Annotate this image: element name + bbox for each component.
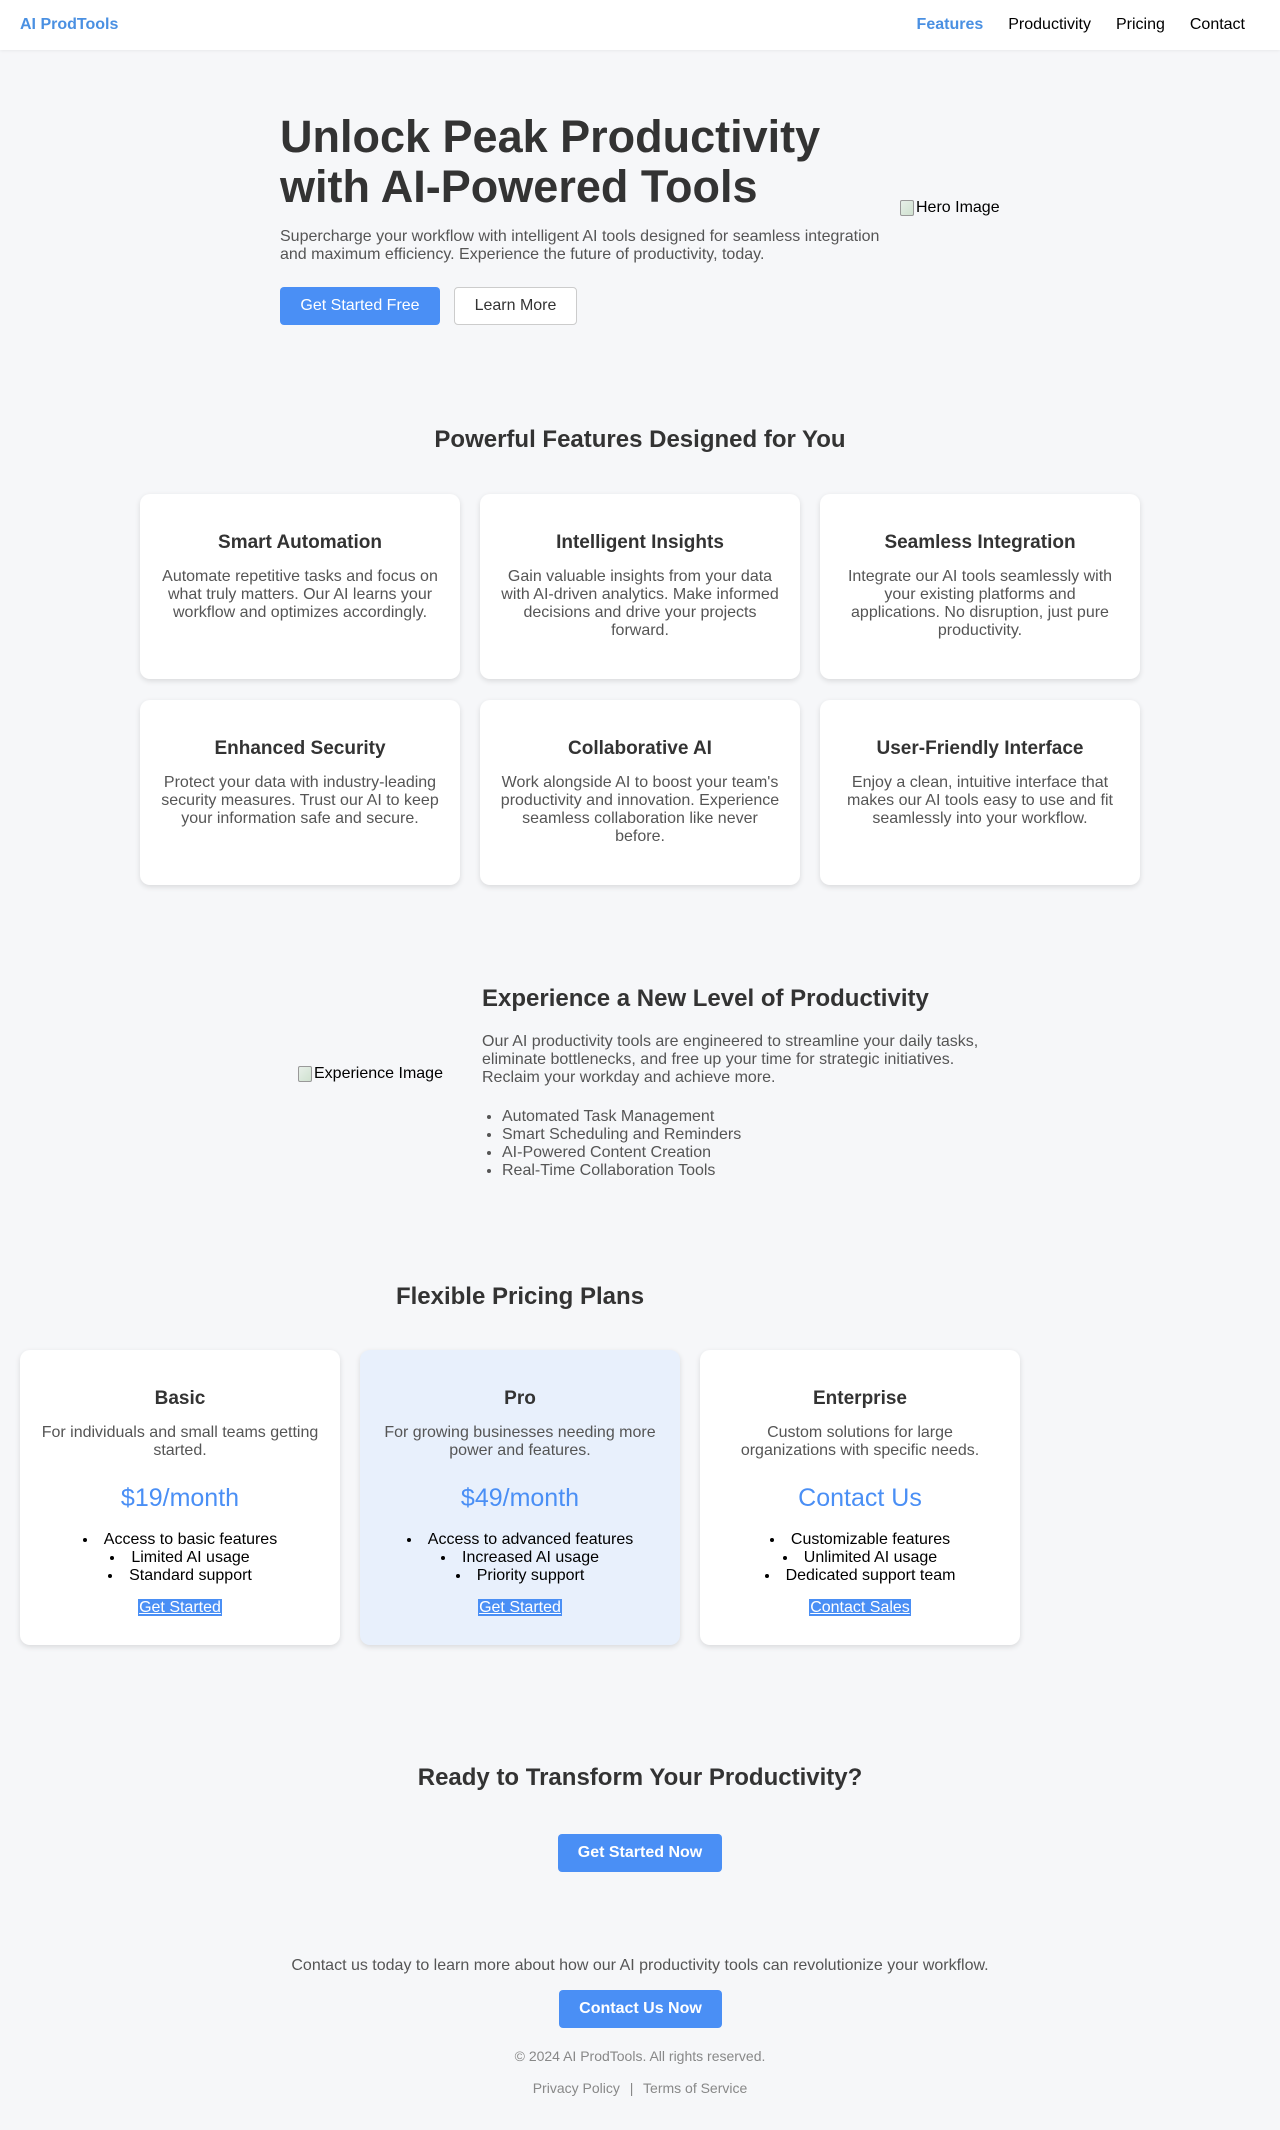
- footer-links: Privacy Policy | Terms of Service: [0, 2080, 1280, 2096]
- learn-more-button[interactable]: Learn More: [454, 287, 577, 325]
- features-title: Powerful Features Designed for You: [434, 426, 846, 453]
- plan-feature: Standard support: [40, 1567, 320, 1585]
- list-item: AI-Powered Content Creation: [502, 1144, 741, 1162]
- plan-feature: Increased AI usage: [380, 1549, 660, 1567]
- hero-subtitle: Supercharge your workflow with intellige…: [280, 228, 880, 263]
- plan-feature: Customizable features: [720, 1531, 1000, 1549]
- plan-features: Access to advanced features Increased AI…: [380, 1531, 660, 1585]
- plan-feature: Limited AI usage: [40, 1549, 320, 1567]
- plan-name: Pro: [504, 1388, 536, 1409]
- experience-image-alt: Experience Image: [314, 1065, 443, 1082]
- feature-title: User-Friendly Interface: [876, 738, 1084, 759]
- plan-features: Customizable features Unlimited AI usage…: [720, 1531, 1000, 1585]
- feature-title: Enhanced Security: [214, 738, 386, 759]
- feature-text: Work alongside AI to boost your team's p…: [500, 774, 780, 845]
- broken-image-icon: [900, 200, 914, 216]
- feature-card: Enhanced Security Protect your data with…: [140, 700, 460, 885]
- plan-price: $19/month: [120, 1484, 240, 1512]
- plan-description: Custom solutions for large organizations…: [740, 1424, 980, 1459]
- copyright: © 2024 AI ProdTools. All rights reserved…: [514, 2048, 766, 2064]
- feature-text: Integrate our AI tools seamlessly with y…: [847, 568, 1113, 639]
- feature-card: User-Friendly Interface Enjoy a clean, i…: [820, 700, 1140, 885]
- plan-name: Basic: [154, 1388, 206, 1409]
- contact-sales-link[interactable]: Contact Sales: [809, 1599, 911, 1616]
- brand-logo[interactable]: AI ProdTools: [20, 16, 118, 34]
- contact-us-now-button[interactable]: Contact Us Now: [559, 1990, 722, 2028]
- plan-feature: Unlimited AI usage: [720, 1549, 1000, 1567]
- plan-description: For growing businesses needing more powe…: [384, 1424, 656, 1459]
- feature-card: Seamless Integration Integrate our AI to…: [820, 494, 1140, 679]
- pricing-card-pro: Pro For growing businesses needing more …: [360, 1350, 680, 1645]
- nav-link-productivity[interactable]: Productivity: [1008, 16, 1091, 34]
- get-started-now-button[interactable]: Get Started Now: [558, 1834, 722, 1872]
- experience-list: Automated Task Management Smart Scheduli…: [482, 1108, 741, 1180]
- nav-links: Features Productivity Pricing Contact: [917, 16, 1245, 34]
- nav-link-contact[interactable]: Contact: [1190, 16, 1245, 34]
- feature-text: Gain valuable insights from your data wi…: [501, 568, 779, 639]
- plan-feature: Priority support: [380, 1567, 660, 1585]
- nav-link-pricing[interactable]: Pricing: [1116, 16, 1165, 34]
- footer-separator: |: [629, 2080, 634, 2096]
- cta-title: Ready to Transform Your Productivity?: [417, 1764, 863, 1791]
- list-item: Real-Time Collaboration Tools: [502, 1162, 741, 1180]
- hero-image: Hero Image: [900, 199, 1000, 217]
- plan-price: $49/month: [460, 1484, 580, 1512]
- plan-feature: Access to basic features: [40, 1531, 320, 1549]
- pricing-title: Flexible Pricing Plans: [395, 1283, 645, 1310]
- list-item: Smart Scheduling and Reminders: [502, 1126, 741, 1144]
- plan-feature: Dedicated support team: [720, 1567, 1000, 1585]
- list-item: Automated Task Management: [502, 1108, 741, 1126]
- hero-title: Unlock Peak Productivity with AI-Powered…: [280, 111, 821, 212]
- feature-title: Collaborative AI: [568, 738, 712, 759]
- experience-title: Experience a New Level of Productivity: [482, 985, 929, 1012]
- feature-card: Intelligent Insights Gain valuable insig…: [480, 494, 800, 679]
- basic-get-started-link[interactable]: Get Started: [138, 1599, 222, 1616]
- experience-image: Experience Image: [298, 1065, 443, 1083]
- feature-title: Smart Automation: [218, 532, 382, 553]
- hero-image-alt: Hero Image: [916, 199, 1000, 216]
- feature-card: Collaborative AI Work alongside AI to bo…: [480, 700, 800, 885]
- plan-name: Enterprise: [813, 1388, 907, 1409]
- plan-price: Contact Us: [798, 1484, 922, 1512]
- experience-text: Our AI productivity tools are engineered…: [482, 1033, 979, 1086]
- nav-link-features[interactable]: Features: [917, 16, 984, 34]
- feature-title: Seamless Integration: [884, 532, 1076, 553]
- feature-text: Automate repetitive tasks and focus on w…: [162, 568, 438, 621]
- get-started-free-button[interactable]: Get Started Free: [280, 287, 440, 325]
- pricing-card-enterprise: Enterprise Custom solutions for large or…: [700, 1350, 1020, 1645]
- top-nav: AI ProdTools Features Productivity Prici…: [0, 0, 1280, 50]
- broken-image-icon: [298, 1066, 312, 1082]
- plan-feature: Access to advanced features: [380, 1531, 660, 1549]
- feature-text: Protect your data with industry-leading …: [161, 774, 439, 827]
- feature-title: Intelligent Insights: [556, 532, 724, 553]
- feature-card: Smart Automation Automate repetitive tas…: [140, 494, 460, 679]
- privacy-policy-link[interactable]: Privacy Policy: [533, 2080, 620, 2096]
- pricing-card-basic: Basic For individuals and small teams ge…: [20, 1350, 340, 1645]
- plan-description: For individuals and small teams getting …: [41, 1424, 319, 1459]
- terms-of-service-link[interactable]: Terms of Service: [643, 2080, 747, 2096]
- feature-text: Enjoy a clean, intuitive interface that …: [847, 774, 1113, 827]
- plan-features: Access to basic features Limited AI usag…: [40, 1531, 320, 1585]
- footer-text: Contact us today to learn more about how…: [291, 1957, 989, 1974]
- pro-get-started-link[interactable]: Get Started: [478, 1599, 562, 1616]
